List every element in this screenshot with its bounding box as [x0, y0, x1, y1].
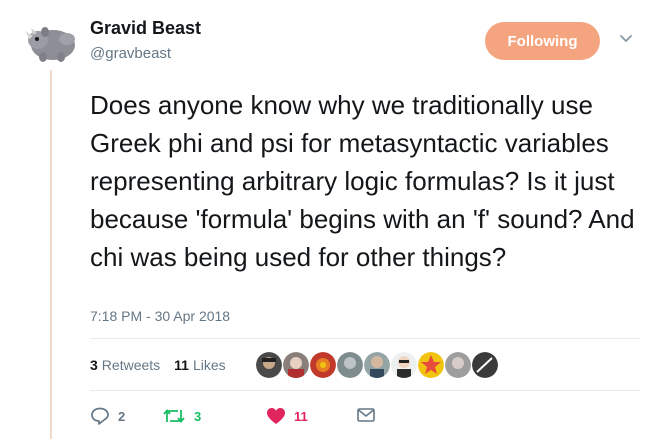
person-avatar-icon [472, 352, 498, 378]
person-avatar-icon [418, 352, 444, 378]
liker-avatar-7[interactable] [418, 352, 444, 378]
person-avatar-icon [337, 352, 363, 378]
liker-avatar-1[interactable] [256, 352, 282, 378]
person-avatar-icon [256, 352, 282, 378]
divider [90, 390, 640, 391]
direct-message-button[interactable] [357, 407, 375, 423]
liker-avatar-9[interactable] [472, 352, 498, 378]
divider [90, 338, 640, 339]
reply-count: 2 [118, 408, 126, 424]
author-avatar[interactable] [23, 13, 79, 69]
author-display-name[interactable]: Gravid Beast [90, 18, 201, 39]
liker-avatar-3[interactable] [310, 352, 336, 378]
reply-icon [91, 407, 109, 425]
tweet-timestamp[interactable]: 7:18 PM - 30 Apr 2018 [90, 308, 230, 324]
liker-avatar-6[interactable] [391, 352, 417, 378]
like-button[interactable]: 11 [266, 407, 308, 425]
likes-label: Likes [192, 357, 226, 373]
retweets-stat[interactable]: 3 Retweets [90, 357, 160, 373]
tweet-stats: 3 Retweets 11 Likes [90, 357, 226, 373]
liker-avatar-2[interactable] [283, 352, 309, 378]
retweets-label: Retweets [101, 357, 161, 373]
person-avatar-icon [283, 352, 309, 378]
retweets-count: 3 [90, 357, 98, 373]
person-avatar-icon [310, 352, 336, 378]
chevron-down-icon[interactable] [619, 34, 633, 44]
heart-icon [267, 408, 285, 424]
person-avatar-icon [364, 352, 390, 378]
envelope-icon [357, 408, 375, 422]
likes-count: 11 [174, 357, 189, 373]
liker-avatar-8[interactable] [445, 352, 471, 378]
person-avatar-icon [391, 352, 417, 378]
following-button[interactable]: Following [485, 22, 600, 60]
tweet-text: Does anyone know why we traditionally us… [90, 90, 635, 272]
reply-button[interactable]: 2 [90, 407, 125, 425]
person-avatar-icon [445, 352, 471, 378]
retweet-icon [163, 409, 185, 423]
retweet-count: 3 [194, 408, 202, 424]
liker-avatar-4[interactable] [337, 352, 363, 378]
like-count: 11 [294, 408, 308, 424]
liker-avatar-5[interactable] [364, 352, 390, 378]
rhino-plush-avatar-icon [23, 13, 79, 69]
retweet-button[interactable]: 3 [162, 407, 201, 425]
liker-avatars [256, 352, 499, 378]
thread-line [50, 70, 52, 439]
likes-stat[interactable]: 11 Likes [174, 357, 226, 373]
author-handle[interactable]: @gravbeast [90, 45, 171, 62]
